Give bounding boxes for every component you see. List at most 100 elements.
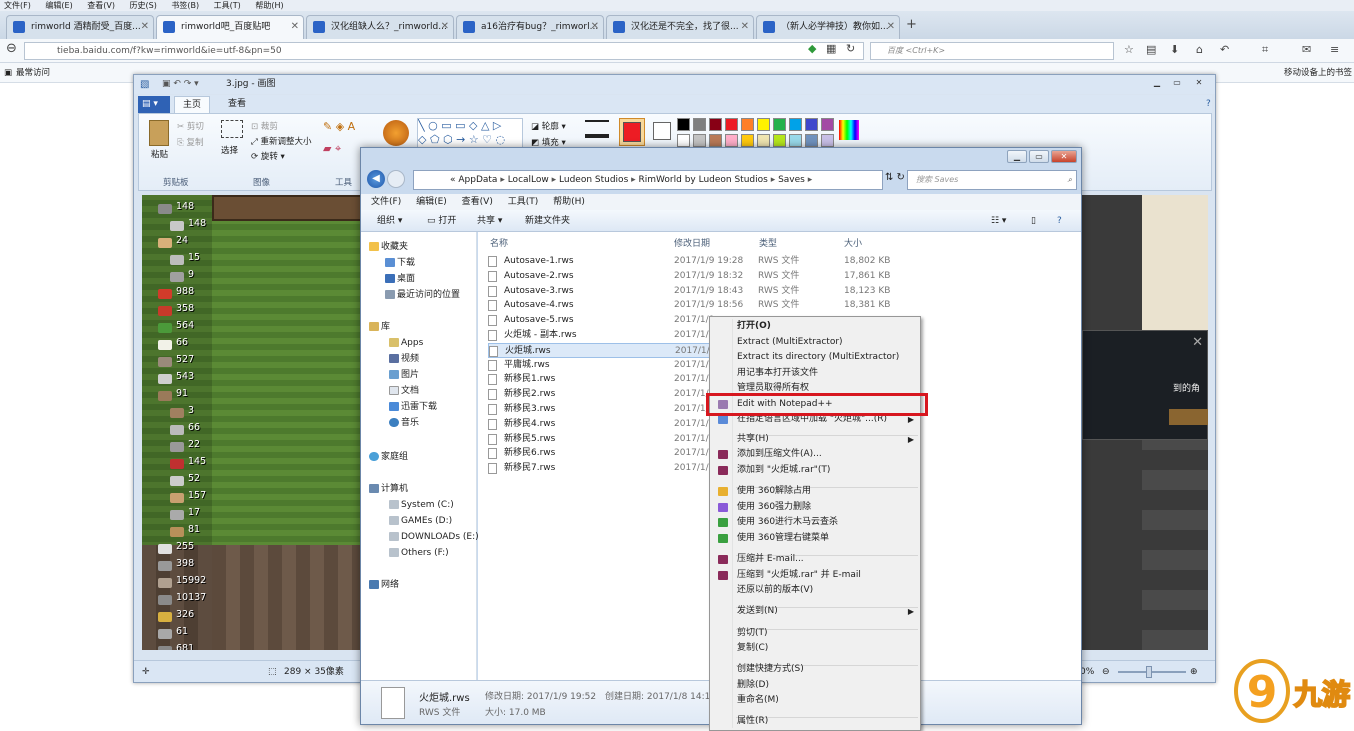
context-menu-item[interactable]: 用记事本打开该文件 [710,366,920,381]
reading-list-icon[interactable]: ▤ [1146,43,1156,56]
zoom-slider[interactable] [1118,666,1186,678]
menu-help[interactable]: 帮助(H) [553,197,585,207]
download-icon[interactable]: ⬇ [1170,43,1179,56]
file-row[interactable]: 新移民4.rws 2017/1/7 [488,417,728,432]
context-menu-item[interactable]: 创建快捷方式(S) [710,662,920,677]
reload-icon[interactable]: ↻ [846,42,855,55]
nav-videos[interactable]: 视频 [389,352,419,366]
select-icon[interactable] [221,120,243,138]
file-row[interactable]: 火炬城.rws 2017/1/9 [488,342,728,358]
context-menu-item[interactable]: 压缩并 E-mail... [710,552,920,567]
breadcrumb-item[interactable]: LocalLow [508,175,549,185]
context-menu-item[interactable]: Extract (MultiExtractor) [710,335,920,350]
palette-swatch[interactable] [789,118,802,131]
file-row[interactable]: Autosave-4.rws 2017/1/9 18:56 RWS 文件 18,381… [488,298,890,313]
palette-swatch[interactable] [821,134,834,147]
cut-button[interactable]: ✂ 剪切 [177,120,204,132]
context-menu-item[interactable]: 压缩到 "火炬城.rar" 并 E-mail [710,568,920,583]
search-input[interactable]: 百度 <Ctrl+K> [870,42,1114,60]
close-tab-icon[interactable]: ✕ [141,16,149,38]
breadcrumb-item[interactable]: RimWorld by Ludeon Studios [639,175,768,185]
organize-button[interactable]: 组织 ▾ [377,210,402,232]
nav-homegroup[interactable]: 家庭组 [369,450,408,464]
file-row[interactable]: 新移民6.rws 2017/1/7 [488,446,728,461]
context-menu-item[interactable]: 属性(R) [710,714,920,729]
shield-icon[interactable]: ◆ [808,42,816,55]
menu-view[interactable]: 查看(V) [87,1,115,10]
preview-pane-icon[interactable]: ▯ [1031,210,1036,232]
palette-swatch[interactable] [741,118,754,131]
eraser-icon[interactable]: ▰ ⌖ [323,142,341,156]
bookmark-star-icon[interactable]: ☆ [1124,43,1134,56]
file-row[interactable]: 新移民2.rws 2017/1/6 [488,387,728,402]
close-tab-icon[interactable]: ✕ [591,16,599,38]
screenshot-icon[interactable]: ⌗ [1262,43,1268,57]
nav-thunder[interactable]: 迅雷下载 [389,400,437,414]
popup-button[interactable] [1169,409,1208,425]
menu-help[interactable]: 帮助(H) [255,1,283,10]
file-row[interactable]: 火炬城 - 副本.rws 2017/1/9 [488,328,728,343]
nav-library[interactable]: 库 [369,320,390,334]
undo-icon[interactable]: ↶ [1220,43,1229,56]
column-type[interactable]: 类型 [759,236,777,249]
color1-button[interactable] [619,118,645,146]
outline-button[interactable]: ◪ 轮廓 ▾ [531,120,566,132]
back-icon[interactable]: ◀ [367,170,385,188]
nav-pictures[interactable]: 图片 [389,368,419,382]
context-menu-item[interactable]: 使用 360进行木马云查杀 [710,515,920,530]
file-row[interactable]: Autosave-1.rws 2017/1/9 19:28 RWS 文件 18,802… [488,254,890,269]
file-row[interactable]: 新移民7.rws 2017/1/7 [488,461,728,476]
zoom-out-icon[interactable]: ⊖ [1102,661,1110,683]
chat-icon[interactable]: ✉ [1302,43,1311,56]
shapes-gallery[interactable]: ╲ ○ ▭ ▭ ◇ △ ▷ ◇ ⬠ ⬡ → ☆ ♡ ◌ [417,118,523,148]
minimize-button[interactable]: ▁ [1007,150,1027,163]
palette-swatch[interactable] [725,118,738,131]
palette-swatch[interactable] [725,134,738,147]
close-tab-icon[interactable]: ✕ [441,16,449,38]
nav-recent[interactable]: 最近访问的位置 [385,288,460,302]
nav-music[interactable]: 音乐 [389,416,419,430]
menu-bookmarks[interactable]: 书签(B) [171,1,199,10]
back-icon[interactable]: ⊖ [6,41,17,56]
palette-swatch[interactable] [709,118,722,131]
breadcrumb-arrow-icon[interactable]: ▸ [805,175,813,185]
help-icon[interactable]: ? [1057,210,1062,232]
nav-desktop[interactable]: 桌面 [385,272,415,286]
minimize-button[interactable]: ▁ [1146,77,1168,90]
url-bar[interactable]: tieba.baidu.com/f?kw=rimworld&ie=utf-8&p… [24,42,864,60]
hamburger-menu-icon[interactable]: ≡ [1330,43,1339,56]
breadcrumb-item[interactable]: Saves [778,175,805,185]
file-row[interactable]: Autosave-3.rws 2017/1/9 18:43 RWS 文件 18,123… [488,284,890,299]
palette-swatch[interactable] [693,134,706,147]
palette-swatch[interactable] [757,118,770,131]
context-menu-item[interactable]: 复制(C) [710,641,920,656]
context-menu-item[interactable]: 共享(H) ▶ [710,432,920,447]
nav-network[interactable]: 网络 [369,578,399,592]
qr-icon[interactable]: ▦ [826,42,836,55]
popup-close-icon[interactable]: ✕ [1192,335,1203,350]
palette-swatch[interactable] [709,134,722,147]
palette-swatch[interactable] [805,134,818,147]
palette-swatch[interactable] [741,134,754,147]
palette-swatch[interactable] [757,134,770,147]
palette-swatch[interactable] [677,134,690,147]
menu-edit[interactable]: 编辑(E) [416,197,447,207]
quick-access-icon[interactable]: ▣ ↶ ↷ ▾ [162,75,199,94]
browser-tab[interactable]: （新人必学神技）教你如... ✕ [756,15,900,39]
nav-drive-c[interactable]: System (C:) [389,498,454,512]
context-menu-item[interactable]: 使用 360解除占用 [710,484,920,499]
edit-colors-icon[interactable] [839,120,859,140]
context-menu-item[interactable]: 删除(D) [710,678,920,693]
context-menu-item[interactable]: 重命名(M) [710,693,920,708]
nav-documents[interactable]: 文档 [389,384,419,398]
context-menu-item[interactable]: Extract its directory (MultiExtractor) [710,350,920,365]
breadcrumb-arrow-icon[interactable]: ▸ [549,175,559,185]
palette-swatch[interactable] [773,134,786,147]
file-row[interactable]: 新移民3.rws 2017/1/6 [488,402,728,417]
color2-swatch[interactable] [653,122,671,140]
select-label[interactable]: 选择 [221,144,238,156]
palette-swatch[interactable] [677,118,690,131]
paste-label[interactable]: 粘贴 [151,148,168,160]
bookmark-most-visited[interactable]: 最常访问 [16,63,50,83]
copy-button[interactable]: ⎘ 复制 [177,136,204,148]
